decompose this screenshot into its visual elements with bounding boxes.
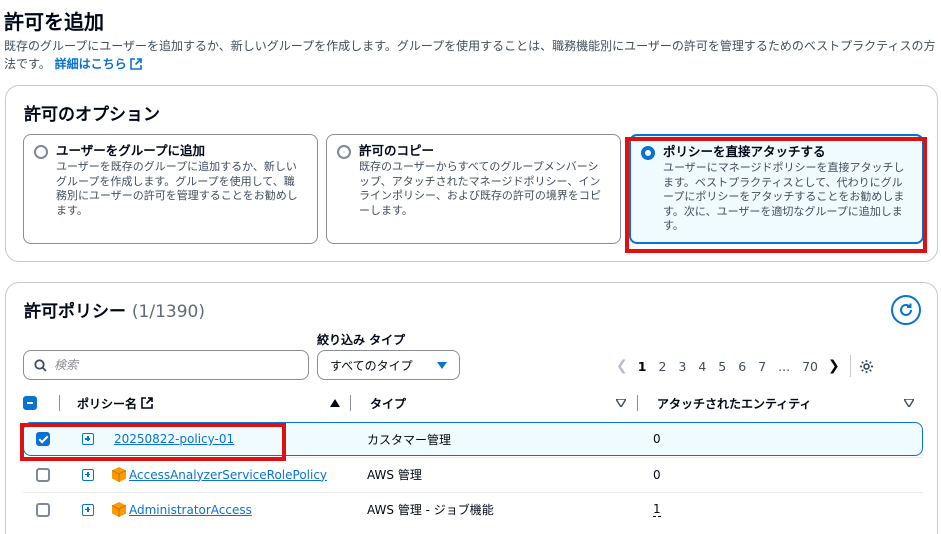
select-all-cell[interactable] — [23, 391, 37, 415]
row-checkbox[interactable] — [36, 502, 50, 517]
external-link-icon — [141, 397, 153, 409]
expand-icon[interactable] — [82, 468, 94, 481]
learn-more-label: 詳細はこちら — [54, 57, 127, 71]
row-select-cell[interactable] — [36, 423, 50, 455]
row-expand-cell[interactable] — [82, 458, 94, 491]
sort-ascending-icon[interactable] — [330, 391, 340, 415]
pagination: ❮ 1 2 3 4 5 6 7 ... 70 ❯ — [612, 355, 874, 377]
select-all-checkbox[interactable] — [23, 396, 37, 410]
page-3[interactable]: 3 — [678, 359, 686, 374]
search-field[interactable] — [23, 350, 309, 380]
policy-name-link[interactable]: AccessAnalyzerServiceRolePolicy — [129, 468, 327, 482]
policy-type-cell: カスタマー管理 — [367, 432, 452, 447]
row-select-cell[interactable] — [36, 458, 50, 491]
page-title: 許可を追加 — [4, 10, 104, 34]
policy-name-cell[interactable]: 20250822-policy-01 — [114, 423, 234, 455]
page-2[interactable]: 2 — [658, 359, 666, 374]
option-title: ユーザーをグループに追加 — [56, 143, 206, 158]
row-checkbox[interactable] — [36, 432, 50, 446]
table-row[interactable]: 20250822-policy-01 カスタマー管理 0 — [23, 422, 923, 456]
type-filter-select[interactable]: すべてのタイプ — [317, 350, 460, 380]
table-header: ポリシー名 タイプ アタッチされたエンティティ — [23, 391, 923, 415]
page-1[interactable]: 1 — [638, 359, 647, 374]
page-5[interactable]: 5 — [718, 359, 726, 374]
row-expand-cell[interactable] — [82, 423, 94, 455]
sort-icon[interactable] — [904, 391, 914, 415]
policy-name-cell[interactable]: AccessAnalyzerServiceRolePolicy — [112, 458, 327, 491]
page-7[interactable]: 7 — [758, 359, 766, 374]
policies-count: (1/1390) — [131, 302, 205, 322]
permission-options-panel: 許可のオプション ユーザーをグループに追加 ユーザーを既存のグループに追加するか… — [5, 85, 938, 262]
table-row[interactable]: AccessAnalyzerServiceRolePolicy AWS 管理 0 — [23, 457, 923, 491]
filter-type-label: 絞り込み タイプ — [317, 333, 406, 347]
option-title: 許可のコピー — [359, 143, 435, 158]
page-description: 既存のグループにユーザーを追加するか、新しいグループを作成します。グループを使用… — [4, 37, 936, 73]
radio-attach-policies[interactable] — [641, 146, 655, 160]
column-type-label: タイプ — [370, 396, 407, 411]
gear-icon[interactable] — [859, 359, 874, 374]
attached-entities-link[interactable]: 1 — [653, 502, 661, 517]
refresh-icon — [900, 303, 912, 316]
permission-policies-title: 許可ポリシー (1/1390) — [24, 297, 205, 322]
chevron-left-icon[interactable]: ❮ — [616, 358, 628, 374]
type-filter-value: すべてのタイプ — [330, 358, 413, 373]
column-divider — [350, 395, 351, 411]
table-row[interactable]: AdministratorAccess AWS 管理 - ジョブ機能 1 — [23, 492, 923, 526]
option-description: 既存のユーザーからすべてのグループメンバーシップ、アタッチされたマネージドポリシ… — [359, 160, 601, 217]
chevron-right-icon[interactable]: ❯ — [828, 358, 840, 374]
policy-type-cell: AWS 管理 — [367, 468, 422, 482]
external-link-icon — [129, 58, 142, 70]
search-input[interactable] — [54, 358, 284, 372]
row-checkbox[interactable] — [36, 467, 50, 482]
column-header-entities[interactable]: アタッチされたエンティティ — [657, 391, 812, 415]
learn-more-link[interactable]: 詳細はこちら — [55, 57, 142, 71]
sort-icon[interactable] — [616, 391, 626, 415]
policy-name-cell[interactable]: AdministratorAccess — [112, 493, 252, 526]
policy-type-cell: AWS 管理 - ジョブ機能 — [367, 503, 494, 517]
attached-entities-cell: 0 — [653, 432, 661, 446]
radio-add-to-group[interactable] — [34, 145, 48, 159]
permission-options-title: 許可のオプション — [24, 105, 160, 125]
radio-copy-permissions[interactable] — [337, 145, 351, 159]
page-6[interactable]: 6 — [738, 359, 746, 374]
page-4[interactable]: 4 — [698, 359, 706, 374]
attached-entities-cell[interactable]: 1 — [653, 493, 661, 526]
option-copy-permissions[interactable]: 許可のコピー 既存のユーザーからすべてのグループメンバーシップ、アタッチされたマ… — [326, 134, 621, 244]
expand-icon[interactable] — [82, 503, 94, 516]
policy-name-link[interactable]: AdministratorAccess — [129, 503, 252, 517]
column-header-type[interactable]: タイプ — [370, 391, 406, 415]
option-attach-policies[interactable]: ポリシーを直接アタッチする ユーザーにマネージドポリシーを直接アタッチします。ベ… — [629, 134, 924, 244]
column-entities-label: アタッチされたエンティティ — [657, 396, 812, 411]
permission-policies-panel: 許可ポリシー (1/1390) 絞り込み タイプ すべてのタイプ ❮ 1 2 3… — [5, 282, 938, 534]
column-header-name[interactable]: ポリシー名 — [77, 391, 153, 415]
page-ellipsis: ... — [778, 358, 791, 374]
option-title: ポリシーを直接アタッチする — [663, 144, 826, 159]
column-divider — [637, 395, 638, 411]
search-icon — [34, 358, 47, 372]
caret-down-icon — [437, 361, 447, 369]
expand-icon[interactable] — [82, 433, 94, 445]
policies-title-text: 許可ポリシー — [24, 302, 126, 322]
option-description: ユーザーを既存のグループに追加するか、新しいグループを作成します。グループを使用… — [56, 160, 298, 217]
option-add-to-group[interactable]: ユーザーをグループに追加 ユーザーを既存のグループに追加するか、新しいグループを… — [23, 134, 318, 244]
page-70[interactable]: 70 — [802, 359, 818, 374]
column-divider — [59, 395, 60, 411]
aws-managed-icon — [112, 467, 126, 482]
refresh-button[interactable] — [891, 295, 921, 325]
pagination-divider — [849, 355, 851, 377]
column-name-label: ポリシー名 — [77, 396, 138, 411]
policy-name-link[interactable]: 20250822-policy-01 — [114, 432, 234, 446]
aws-managed-icon — [112, 502, 126, 517]
attached-entities-cell: 0 — [653, 467, 661, 482]
row-expand-cell[interactable] — [82, 493, 94, 526]
option-description: ユーザーにマネージドポリシーを直接アタッチします。ベストプラクティスとして、代わ… — [663, 161, 905, 232]
page-description-text: 既存のグループにユーザーを追加するか、新しいグループを作成します。グループを使用… — [4, 39, 936, 71]
row-select-cell[interactable] — [36, 493, 50, 526]
